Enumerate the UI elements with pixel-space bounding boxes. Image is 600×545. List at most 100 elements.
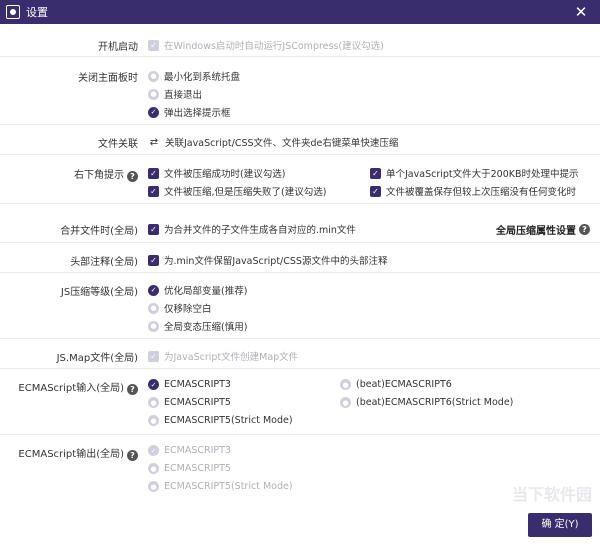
radio-icon: ● xyxy=(148,302,159,314)
radio-icon: ● xyxy=(148,88,159,100)
option-label: (beat)ECMASCRIPT6(Strict Mode) xyxy=(356,397,514,408)
row-label-text: 右下角提示 xyxy=(74,170,124,181)
radio-icon: ● xyxy=(148,415,159,426)
checkbox-icon: ✓ xyxy=(148,254,159,266)
row-header-comment: 头部注释(全局) ✓ 为.min文件保留JavaScript/CSS源文件中的头… xyxy=(0,243,600,273)
radio-icon: ● xyxy=(148,320,159,332)
row-label: 关闭主面板时 xyxy=(78,73,138,84)
ecma-in-es6-strict-radio[interactable]: ● (beat)ECMASCRIPT6(Strict Mode) xyxy=(340,397,513,408)
tip-failure-checkbox[interactable]: ✓ 文件被压缩,但是压缩失败了(建议勾选) xyxy=(148,184,326,198)
option-label: 单个JavaScript文件大于200KB时处理中提示 xyxy=(386,169,579,180)
option-label: ECMASCRIPT5 xyxy=(164,397,231,408)
help-icon[interactable]: ? xyxy=(127,171,138,182)
ecma-in-es3-radio[interactable]: ✓ ECMASCRIPT3 xyxy=(148,379,231,390)
settings-panel: 开机启动 ✓ 在Windows启动时自动运行JSCompress(建议勾选) 关… xyxy=(0,24,600,509)
help-icon[interactable]: ? xyxy=(579,224,590,235)
tip-success-checkbox[interactable]: ✓ 文件被压缩成功时(建议勾选) xyxy=(148,166,285,180)
row-label: 右下角提示? xyxy=(0,166,138,182)
watermark-logo: 当下软件园 xyxy=(462,478,592,508)
radio-icon: ● xyxy=(148,481,159,492)
merge-checkbox[interactable]: ✓ 为合并文件的子文件生成各自对应的.min文件 xyxy=(148,222,356,236)
checkbox-icon: ✓ xyxy=(148,185,159,197)
row-file-assoc: 文件关联 ⇄ 关联JavaScript/CSS文件、文件夹de右键菜单快速压缩 xyxy=(0,125,600,155)
row-close-panel: 关闭主面板时 ● 最小化到系统托盘 ● 直接退出 ✓ 弹出选择提示框 xyxy=(0,57,600,125)
option-label: 关联JavaScript/CSS文件、文件夹de右键菜单快速压缩 xyxy=(165,138,399,149)
row-js-level: JS压缩等级(全局) ✓ 优化局部变量(推荐) ● 仅移除空白 ● 全局变态压缩… xyxy=(0,273,600,339)
option-label: 仅移除空白 xyxy=(164,304,212,315)
ecma-out-es5-strict-radio[interactable]: ● ECMASCRIPT5(Strict Mode) xyxy=(148,481,293,492)
watermark-text: 当下软件园 xyxy=(511,485,592,504)
ecma-in-es5-radio[interactable]: ● ECMASCRIPT5 xyxy=(148,397,231,408)
radio-icon: ● xyxy=(148,463,159,474)
tip-large-file-checkbox[interactable]: ✓ 单个JavaScript文件大于200KB时处理中提示 xyxy=(370,166,579,180)
row-label: 文件关联 xyxy=(98,139,138,150)
js-level-global-radio[interactable]: ● 全局变态压缩(慎用) xyxy=(148,319,247,333)
footer-bar: 确 定(Y) xyxy=(0,509,600,545)
swap-arrows-icon: ⇄ xyxy=(149,136,159,148)
checkbox-icon: ✓ xyxy=(148,223,159,235)
title-bar: 设置 ✕ xyxy=(0,0,600,24)
app-logo-icon xyxy=(6,5,20,19)
option-label: 直接退出 xyxy=(164,90,203,101)
row-label-text: ECMAScript输入(全局) xyxy=(18,383,124,394)
option-label: ECMASCRIPT5 xyxy=(164,463,231,474)
checkbox-icon: ✓ xyxy=(370,167,381,179)
radio-icon: ● xyxy=(340,379,351,390)
row-label: JS.Map文件(全局) xyxy=(56,353,138,364)
window-title: 设置 xyxy=(26,6,48,19)
option-label: 优化局部变量(推荐) xyxy=(164,286,248,297)
js-level-whitespace-radio[interactable]: ● 仅移除空白 xyxy=(148,301,212,315)
row-label-text: ECMAScript输出(全局) xyxy=(18,449,124,460)
checkbox-icon: ✓ xyxy=(370,185,381,197)
checkbox-icon: ✓ xyxy=(148,350,159,362)
radio-icon: ✓ xyxy=(148,379,159,390)
option-label: 为.min文件保留JavaScript/CSS源文件中的头部注释 xyxy=(164,256,388,267)
checkbox-icon: ✓ xyxy=(148,167,159,179)
ecma-in-es6-radio[interactable]: ● (beat)ECMASCRIPT6 xyxy=(340,379,452,390)
close-button[interactable]: ✕ xyxy=(572,3,590,21)
ok-button[interactable]: 确 定(Y) xyxy=(528,513,592,537)
tip-no-change-checkbox[interactable]: ✓ 文件被覆盖保存但较上次压缩没有任何变化时 xyxy=(370,184,576,198)
radio-icon: ✓ xyxy=(148,445,159,456)
option-label: ECMASCRIPT3 xyxy=(164,379,231,390)
js-level-optimize-radio[interactable]: ✓ 优化局部变量(推荐) xyxy=(148,283,247,297)
row-js-map: JS.Map文件(全局) ✓ 为JavaScript文件创建Map文件 xyxy=(0,339,600,369)
option-label: 在Windows启动时自动运行JSCompress(建议勾选) xyxy=(164,41,384,52)
radio-icon: ✓ xyxy=(148,284,159,296)
ecma-out-es3-radio[interactable]: ✓ ECMASCRIPT3 xyxy=(148,445,231,456)
close-option-prompt[interactable]: ✓ 弹出选择提示框 xyxy=(148,105,231,119)
row-label: JS压缩等级(全局) xyxy=(60,287,138,298)
header-comment-checkbox[interactable]: ✓ 为.min文件保留JavaScript/CSS源文件中的头部注释 xyxy=(148,253,387,267)
radio-icon: ● xyxy=(148,70,159,82)
row-ecma-input: ECMAScript输入(全局)? ✓ ECMASCRIPT3 ● (beat)… xyxy=(0,369,600,435)
startup-checkbox[interactable]: ✓ 在Windows启动时自动运行JSCompress(建议勾选) xyxy=(148,38,384,52)
option-label: 文件被压缩成功时(建议勾选) xyxy=(164,169,286,180)
option-label: ECMASCRIPT5(Strict Mode) xyxy=(164,481,293,492)
row-label: ECMAScript输入(全局)? xyxy=(0,379,138,395)
close-option-exit[interactable]: ● 直接退出 xyxy=(148,87,202,101)
help-icon[interactable]: ? xyxy=(127,450,138,461)
ecma-out-es5-radio[interactable]: ● ECMASCRIPT5 xyxy=(148,463,231,474)
radio-icon: ● xyxy=(340,397,351,408)
file-assoc-link[interactable]: ⇄ 关联JavaScript/CSS文件、文件夹de右键菜单快速压缩 xyxy=(148,135,399,150)
option-label: 弹出选择提示框 xyxy=(164,108,231,119)
row-label: 头部注释(全局) xyxy=(70,257,138,268)
row-startup: 开机启动 ✓ 在Windows启动时自动运行JSCompress(建议勾选) xyxy=(0,24,600,57)
js-map-checkbox[interactable]: ✓ 为JavaScript文件创建Map文件 xyxy=(148,349,298,363)
radio-icon: ● xyxy=(148,397,159,408)
option-label: 最小化到系统托盘 xyxy=(164,72,241,83)
option-label: 全局变态压缩(慎用) xyxy=(164,322,248,333)
row-corner-tip: 右下角提示? ✓ 文件被压缩成功时(建议勾选) ✓ 单个JavaScript文件… xyxy=(0,155,600,204)
help-icon[interactable]: ? xyxy=(127,384,138,395)
row-label: 开机启动 xyxy=(98,42,138,53)
row-label: 合并文件时(全局) xyxy=(60,226,138,237)
checkbox-icon: ✓ xyxy=(148,39,159,51)
close-option-minimize[interactable]: ● 最小化到系统托盘 xyxy=(148,69,240,83)
option-label: (beat)ECMASCRIPT6 xyxy=(356,379,452,390)
row-label: ECMAScript输出(全局)? xyxy=(0,445,138,461)
global-settings-link[interactable]: 全局压缩属性设置? xyxy=(496,222,590,237)
row-merge: 合并文件时(全局) ✓ 为合并文件的子文件生成各自对应的.min文件 全局压缩属… xyxy=(0,204,600,243)
ecma-in-es5-strict-radio[interactable]: ● ECMASCRIPT5(Strict Mode) xyxy=(148,415,293,426)
option-label: ECMASCRIPT5(Strict Mode) xyxy=(164,415,293,426)
option-label: 文件被覆盖保存但较上次压缩没有任何变化时 xyxy=(386,187,577,198)
